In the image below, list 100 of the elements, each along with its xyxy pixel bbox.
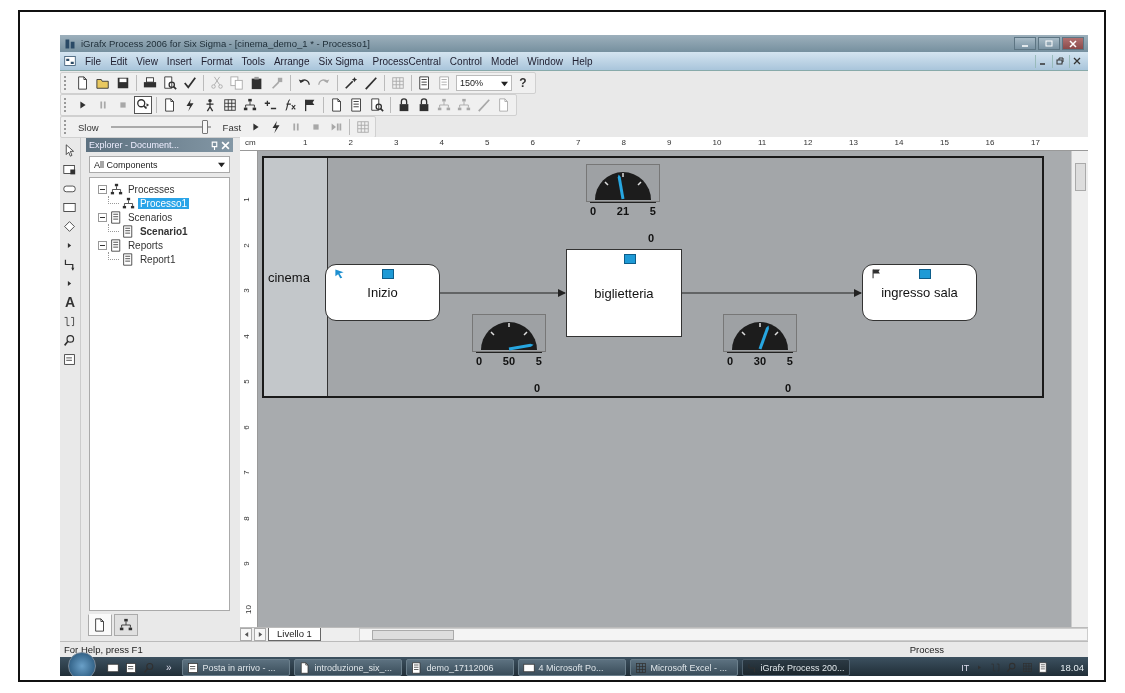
app-icon: [64, 37, 76, 50]
ruler-number: 3: [394, 138, 399, 147]
menu-item[interactable]: View: [136, 55, 158, 67]
flag-icon: [871, 268, 882, 279]
note-icon: [125, 661, 137, 674]
taskbar-button[interactable]: Microsoft Excel - ...: [629, 659, 738, 676]
taskbar-button[interactable]: 4 Microsoft Po...: [517, 659, 626, 676]
pen-icon: [364, 76, 378, 90]
ruler-number: 16: [985, 138, 995, 147]
menu-item[interactable]: Model: [491, 55, 519, 67]
toolbar-button[interactable]: [362, 74, 380, 92]
toolbar-button[interactable]: [181, 74, 199, 92]
toolbar-button[interactable]: [134, 96, 152, 114]
collapse-icon[interactable]: [97, 212, 107, 222]
report-icon: [410, 661, 423, 674]
taskbar-button[interactable]: Posta in arrivo - ...: [181, 659, 290, 676]
gauge-value: 30: [751, 356, 769, 367]
menu-item[interactable]: Insert: [166, 55, 192, 67]
vertical-scrollbar[interactable]: [1071, 151, 1088, 627]
panel-tab[interactable]: [113, 614, 138, 636]
tile-icon: [624, 254, 636, 264]
menu-item[interactable]: Six Sigma: [318, 55, 364, 67]
maximize-button[interactable]: [1038, 37, 1060, 50]
gauge-min: 0: [727, 355, 734, 367]
toolbar-button[interactable]: [161, 74, 179, 92]
scroll-right-button[interactable]: [254, 628, 266, 641]
connector-icon: [63, 314, 77, 328]
gauge-max: 5: [649, 205, 656, 217]
shape-label: Inizio: [367, 285, 398, 300]
document-icon: [163, 98, 177, 112]
document-icon: [497, 98, 511, 112]
tile-icon: [382, 269, 395, 279]
tree-item[interactable]: Reports: [125, 239, 165, 251]
ruler-number: 7: [576, 138, 581, 147]
ruler-number: 2: [348, 138, 353, 147]
menu-item[interactable]: Format: [200, 55, 233, 67]
menu-item[interactable]: Control: [449, 55, 483, 67]
report-icon: [1038, 662, 1050, 673]
ruler-number: 17: [1031, 138, 1040, 147]
menu-item[interactable]: Help: [571, 55, 593, 67]
clipboard-icon: [250, 76, 264, 90]
tree-item[interactable]: Report1: [137, 253, 178, 265]
taskbar-button[interactable]: iGrafx Process 200...: [741, 659, 850, 676]
collapse-icon[interactable]: [97, 184, 107, 194]
toolbar-button[interactable]: [342, 74, 360, 92]
close-icon[interactable]: [221, 140, 230, 150]
hierarchy-icon: [457, 98, 471, 112]
sheet-tab[interactable]: Livello 1: [268, 628, 321, 641]
scroll-left-button[interactable]: [240, 628, 252, 641]
menu-item[interactable]: Tools: [241, 55, 265, 67]
minimize-button[interactable]: [1014, 37, 1036, 50]
menu-item[interactable]: File: [85, 55, 102, 67]
language-indicator[interactable]: IT: [961, 662, 970, 673]
overflow-button[interactable]: »: [166, 662, 172, 673]
plus-minus-icon: [263, 98, 277, 112]
menu-item[interactable]: ProcessCentral: [372, 55, 441, 67]
panel-title: Explorer - Document...: [88, 140, 179, 150]
ruler-number: 8: [621, 138, 626, 147]
help-button[interactable]: ?: [514, 74, 532, 92]
gauge-max: 5: [786, 355, 793, 367]
tree-item[interactable]: Scenarios: [125, 211, 175, 223]
grid-icon: [391, 76, 405, 90]
hierarchy-icon: [437, 98, 451, 112]
ruler-number: 1: [241, 197, 251, 202]
dropdown-arrow-icon: [501, 79, 508, 87]
menu-item[interactable]: Arrange: [273, 55, 310, 67]
speed-slider[interactable]: [110, 120, 211, 134]
pointer-icon: [63, 143, 77, 157]
search-icon: [143, 661, 155, 674]
tree-item[interactable]: Scenario1: [137, 225, 190, 237]
toolbar-button[interactable]: [368, 96, 386, 114]
tree-item[interactable]: Processes: [125, 183, 177, 195]
horizontal-scrollbar[interactable]: [358, 628, 1088, 641]
restore-button[interactable]: [1052, 54, 1067, 68]
menu-item[interactable]: Window: [527, 55, 563, 67]
zoom-dropdown[interactable]: 150%: [456, 75, 512, 91]
speed-label: Fast: [221, 121, 243, 133]
text-tool-button[interactable]: A: [61, 294, 78, 310]
save-icon: [116, 76, 130, 90]
gauge-min: 0: [476, 355, 483, 367]
filter-dropdown[interactable]: All Components: [88, 156, 230, 173]
document-icon[interactable]: [64, 55, 76, 67]
close-icon: [1073, 57, 1081, 65]
quick-launch-button[interactable]: [124, 660, 138, 675]
pin-icon[interactable]: [210, 140, 219, 150]
restore-icon: [1056, 57, 1064, 65]
ruler-number: 5: [241, 379, 251, 384]
menu-item[interactable]: Edit: [110, 55, 128, 67]
close-button[interactable]: [1062, 37, 1084, 50]
tool-button[interactable]: [61, 351, 78, 367]
report-icon: [121, 224, 135, 238]
slider-thumb[interactable]: [201, 120, 208, 134]
collapse-icon[interactable]: [97, 240, 107, 250]
gauge-count: 0: [534, 382, 541, 394]
taskbar-button[interactable]: introduzione_six_...: [293, 659, 402, 676]
rectangle-icon: [107, 661, 119, 674]
gauge-count: 0: [648, 232, 655, 244]
padlock-icon: [417, 98, 431, 112]
taskbar-button[interactable]: demo_17112006: [405, 659, 514, 676]
ruler-number: 5: [485, 138, 490, 147]
